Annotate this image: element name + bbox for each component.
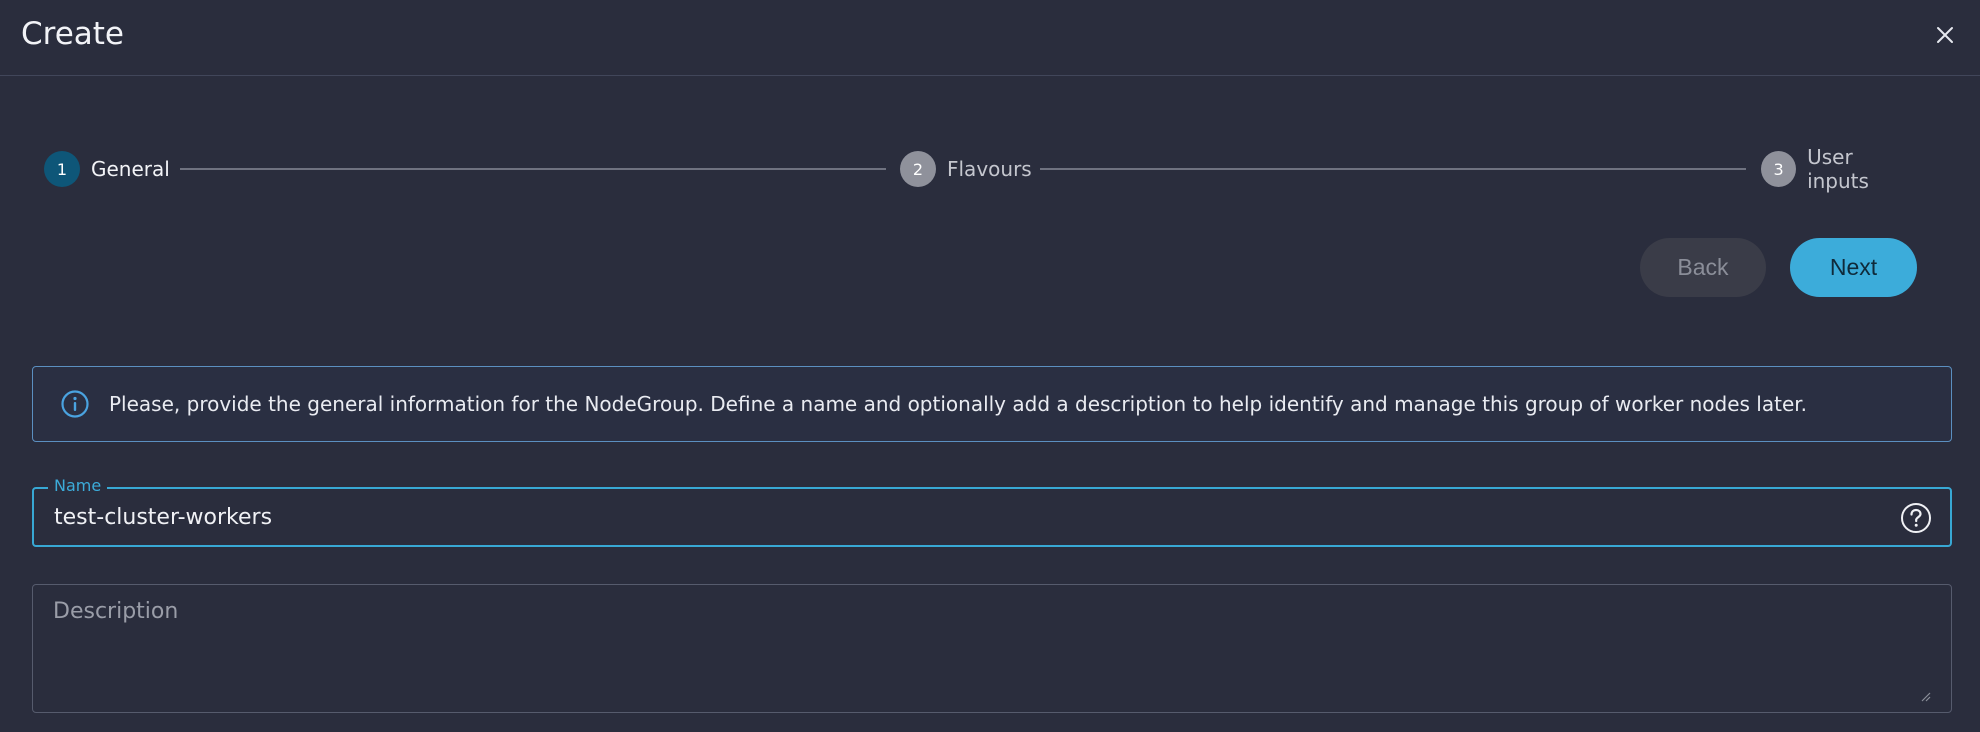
name-label: Name bbox=[48, 476, 108, 496]
description-field bbox=[32, 584, 1952, 713]
step-number: 2 bbox=[900, 151, 936, 187]
step-connector bbox=[180, 168, 886, 170]
description-input[interactable] bbox=[53, 599, 1913, 699]
step-connector bbox=[1040, 168, 1746, 170]
resize-handle-icon[interactable] bbox=[1919, 690, 1931, 702]
step-number: 1 bbox=[44, 151, 80, 187]
step-number: 3 bbox=[1761, 151, 1797, 187]
help-icon[interactable] bbox=[1900, 502, 1932, 534]
next-button[interactable]: Next bbox=[1790, 238, 1917, 297]
step-label: Flavours bbox=[947, 157, 1032, 181]
step-general[interactable]: 1 General bbox=[44, 150, 170, 188]
dialog-header: Create bbox=[0, 0, 1980, 76]
step-label: User inputs bbox=[1807, 145, 1869, 193]
dialog-title: Create bbox=[21, 16, 125, 52]
back-button[interactable]: Back bbox=[1640, 238, 1766, 297]
step-flavours[interactable]: 2 Flavours bbox=[900, 150, 1032, 188]
step-label: General bbox=[91, 157, 170, 181]
close-button[interactable] bbox=[1930, 20, 1960, 50]
info-banner: Please, provide the general information … bbox=[32, 366, 1952, 442]
step-user-inputs[interactable]: 3 User inputs bbox=[1761, 145, 1918, 193]
close-icon bbox=[1937, 27, 1953, 43]
info-text: Please, provide the general information … bbox=[109, 392, 1807, 416]
stepper: 1 General 2 Flavours 3 User inputs bbox=[44, 145, 1918, 193]
info-icon bbox=[61, 390, 89, 418]
name-input[interactable] bbox=[54, 501, 1874, 533]
name-field: Name bbox=[32, 476, 1952, 547]
